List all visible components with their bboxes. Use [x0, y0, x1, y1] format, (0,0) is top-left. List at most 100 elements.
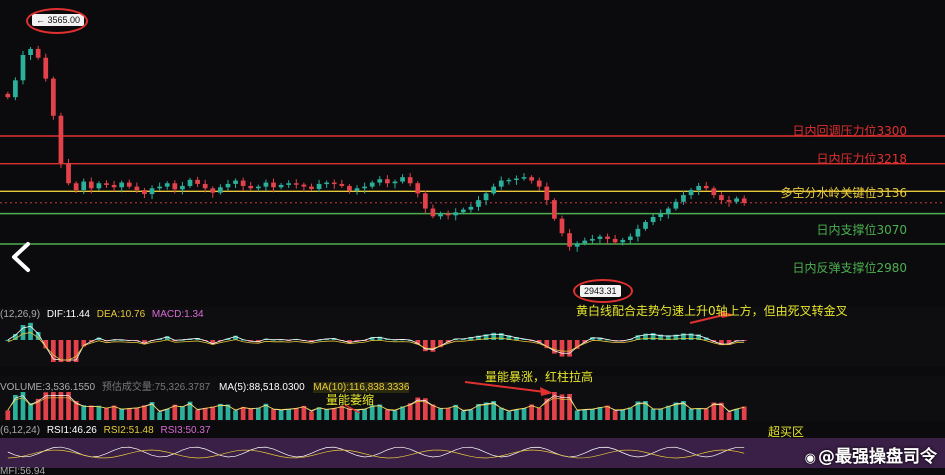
volume-bar — [66, 392, 71, 420]
volume-bar — [658, 409, 664, 420]
level-label-3136: 多空分水岭关键位3136 — [780, 186, 907, 200]
volume-bar — [392, 410, 398, 420]
back-button[interactable] — [6, 238, 38, 276]
candle-body — [347, 185, 352, 191]
candle-body — [650, 217, 656, 223]
candle-body — [696, 185, 702, 190]
volume-bar — [104, 407, 109, 420]
volume-bar — [324, 409, 330, 420]
volume-bar — [202, 407, 208, 420]
candle-body — [119, 182, 125, 188]
volume-bar — [255, 407, 261, 420]
candle-body — [96, 183, 102, 189]
volume-bar — [385, 409, 390, 420]
candle-body — [468, 206, 474, 210]
candle-body — [635, 228, 641, 237]
candle-body — [293, 183, 299, 185]
volume-bar — [506, 411, 512, 420]
volume-bar — [13, 395, 18, 420]
candle-body — [711, 188, 717, 196]
candle-body — [278, 184, 284, 188]
candle-body — [574, 243, 580, 247]
candle-body — [66, 163, 71, 184]
candle-body — [400, 177, 405, 182]
candle-body — [597, 236, 603, 239]
volume-bar — [719, 402, 724, 420]
volume-bar — [620, 410, 626, 420]
candle-body — [195, 179, 200, 184]
candle-body — [180, 185, 185, 190]
volume-bar — [741, 406, 747, 420]
macd-bar — [430, 340, 436, 352]
candle-body — [324, 182, 330, 185]
volume-label: VOLUME:3,536.1550 — [0, 382, 96, 393]
high-circle — [26, 8, 88, 34]
candle-body — [157, 186, 162, 189]
dea-label: DEA:10.76 — [96, 309, 146, 320]
candle-body — [453, 212, 459, 216]
volume-bar — [240, 406, 246, 420]
candle-body — [111, 184, 117, 188]
candle-body — [620, 239, 626, 243]
volume-bar — [248, 408, 254, 420]
macd-bar — [422, 340, 428, 352]
candle-body — [552, 200, 557, 219]
candle-body — [164, 183, 170, 187]
candle-body — [536, 180, 542, 187]
candle-body — [233, 180, 238, 184]
candle-body — [392, 181, 398, 184]
candle-body — [734, 198, 739, 202]
candle-body — [673, 201, 679, 209]
volume-bar — [582, 409, 588, 420]
candle-body — [719, 195, 724, 201]
candle-body — [506, 179, 512, 182]
candle-body — [255, 186, 261, 189]
candle-body — [422, 193, 428, 209]
candle-body — [407, 177, 413, 184]
candle-body — [202, 183, 208, 189]
volume-bar — [498, 407, 504, 420]
macd-params: (12,26,9) — [0, 309, 41, 320]
volume-bar — [536, 407, 542, 420]
candle-body — [301, 184, 307, 187]
volume-bar — [96, 405, 102, 420]
candle-body — [582, 240, 588, 244]
candle-body — [210, 188, 216, 193]
volume-bar — [612, 410, 618, 420]
volume-bar — [5, 410, 11, 420]
volume-bar — [210, 406, 216, 420]
volume-bar — [734, 409, 739, 420]
candle-body — [331, 182, 337, 185]
volume-bar — [126, 408, 132, 420]
macd-header: (12,26,9) DIF:11.44 DEA:10.76 MACD:1.34 — [0, 309, 204, 320]
volume-bar — [111, 405, 117, 420]
candle-body — [28, 48, 33, 55]
level-label-3218: 日内压力位3218 — [816, 152, 907, 166]
mfi-header: MFI:56.94 — [0, 466, 46, 475]
candle-body — [498, 180, 504, 187]
candle-body — [460, 209, 466, 213]
macd-bar — [567, 340, 572, 357]
rsi3-label: RSI3:50.37 — [160, 425, 211, 436]
candle-body — [688, 190, 694, 196]
candle-body — [521, 177, 527, 179]
candle-body — [172, 183, 178, 190]
predicted-volume-label: 预估成交量:75,326.3787 — [101, 382, 211, 393]
volume-bar — [605, 405, 610, 420]
volume-bar — [309, 411, 314, 420]
candle-body — [544, 186, 550, 201]
level-label-3070: 日内支撑位3070 — [816, 223, 907, 237]
rsi-overbuy-band — [0, 438, 945, 468]
user-icon: ◉ — [804, 451, 816, 466]
volume-bar — [574, 410, 580, 420]
macd-bar — [66, 340, 71, 362]
candle-body — [476, 200, 481, 207]
volume-bar — [696, 408, 702, 420]
volume-bar — [58, 392, 64, 420]
chart-screen: 日内回调压力位3300 日内压力位3218 多空分水岭关键位3136 日内支撑位… — [0, 0, 945, 475]
volume-bar — [119, 409, 125, 420]
volume-bar — [218, 403, 223, 420]
chevron-left-icon — [12, 242, 30, 272]
candle-body — [430, 208, 436, 217]
volume-bar — [286, 409, 292, 420]
